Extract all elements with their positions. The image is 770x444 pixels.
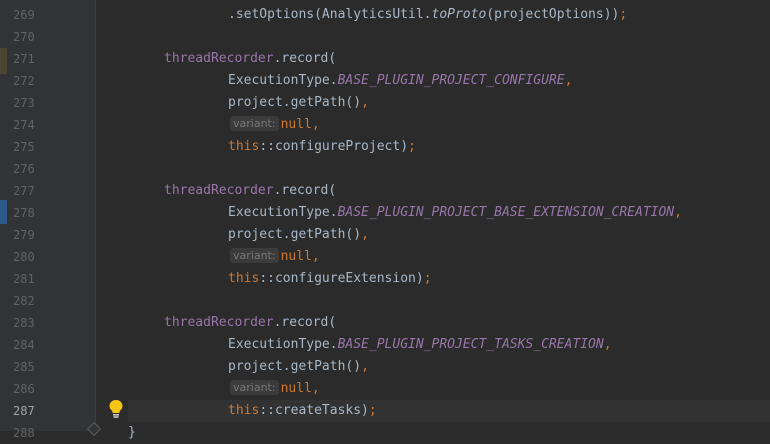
code-text: this::configureProject); <box>228 139 416 154</box>
line-number: 274 <box>13 118 35 132</box>
line-number: 284 <box>13 338 35 352</box>
code-line[interactable]: 276 <box>0 158 770 180</box>
parameter-hint: variant: <box>230 248 279 263</box>
line-number: 280 <box>13 250 35 264</box>
code-line[interactable]: 275 this::configureProject); <box>0 136 770 158</box>
line-number: 269 <box>13 8 35 22</box>
code-line[interactable]: 277 threadRecorder.record( <box>0 180 770 202</box>
line-number: 288 <box>13 426 35 440</box>
code-text: variant: null, <box>230 246 320 268</box>
code-line[interactable]: 271 threadRecorder.record( <box>0 48 770 70</box>
parameter-hint: variant: <box>230 116 279 131</box>
code-line[interactable]: 272 ExecutionType.BASE_PLUGIN_PROJECT_CON… <box>0 70 770 92</box>
code-text: threadRecorder.record( <box>164 51 337 66</box>
code-line[interactable]: 274 variant: null, <box>0 114 770 136</box>
code-line[interactable]: 269 .setOptions(AnalyticsUtil.toProto(pro… <box>0 4 770 26</box>
code-line[interactable]: 284 ExecutionType.BASE_PLUGIN_PROJECT_TAS… <box>0 334 770 356</box>
line-number: 273 <box>13 96 35 110</box>
code-text: } <box>128 425 136 440</box>
code-text: ExecutionType.BASE_PLUGIN_PROJECT_TASKS_… <box>228 337 612 352</box>
line-number: 287 <box>13 404 35 418</box>
code-line[interactable]: 285 project.getPath(), <box>0 356 770 378</box>
line-number: 286 <box>13 382 35 396</box>
line-number: 285 <box>13 360 35 374</box>
code-text: ExecutionType.BASE_PLUGIN_PROJECT_BASE_E… <box>228 205 682 220</box>
code-line[interactable]: 278 ExecutionType.BASE_PLUGIN_PROJECT_BAS… <box>0 202 770 224</box>
code-line[interactable]: 280 variant: null, <box>0 246 770 268</box>
line-number: 276 <box>13 162 35 176</box>
parameter-hint: variant: <box>230 380 279 395</box>
line-number: 278 <box>13 206 35 220</box>
code-text: threadRecorder.record( <box>164 315 337 330</box>
code-line[interactable]: 283 threadRecorder.record( <box>0 312 770 334</box>
code-text: threadRecorder.record( <box>164 183 337 198</box>
code-line[interactable]: 286 variant: null, <box>0 378 770 400</box>
line-number: 282 <box>13 294 35 308</box>
line-number: 283 <box>13 316 35 330</box>
code-text: ExecutionType.BASE_PLUGIN_PROJECT_CONFIG… <box>228 73 573 88</box>
line-number: 277 <box>13 184 35 198</box>
line-number: 281 <box>13 272 35 286</box>
code-text: project.getPath(), <box>228 227 369 242</box>
code-line[interactable]: 270 <box>0 26 770 48</box>
line-number: 271 <box>13 52 35 66</box>
line-number: 279 <box>13 228 35 242</box>
code-text: this::createTasks); <box>228 403 377 418</box>
line-number: 275 <box>13 140 35 154</box>
code-text: this::configureExtension); <box>228 271 432 286</box>
line-number: 272 <box>13 74 35 88</box>
code-line[interactable]: 279 project.getPath(), <box>0 224 770 246</box>
code-text: project.getPath(), <box>228 95 369 110</box>
code-line[interactable]: 273 project.getPath(), <box>0 92 770 114</box>
code-text: project.getPath(), <box>228 359 369 374</box>
code-text: .setOptions(AnalyticsUtil.toProto(projec… <box>228 7 628 22</box>
code-text: variant: null, <box>230 114 320 136</box>
code-text: variant: null, <box>230 378 320 400</box>
line-number: 270 <box>13 30 35 44</box>
code-line[interactable]: 288} <box>0 422 770 444</box>
lightbulb-icon[interactable] <box>108 399 124 419</box>
code-line[interactable]: 281 this::configureExtension); <box>0 268 770 290</box>
code-line[interactable]: 282 <box>0 290 770 312</box>
